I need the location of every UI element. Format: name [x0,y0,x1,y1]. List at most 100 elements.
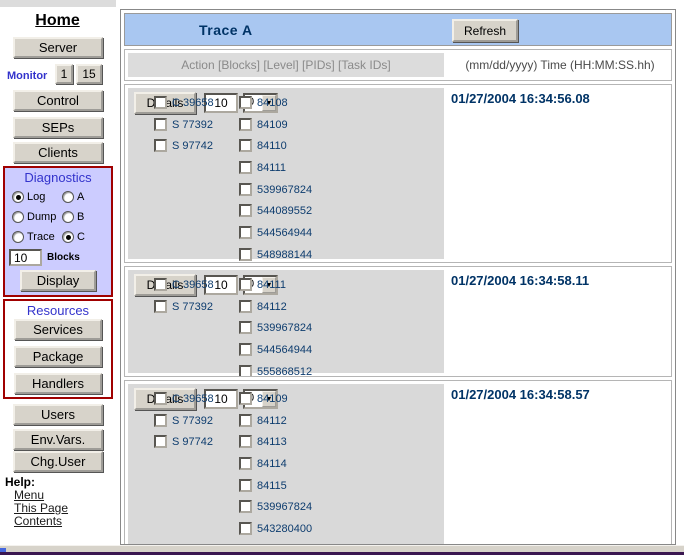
taskid-checkbox[interactable] [239,226,252,239]
help-link-contents[interactable]: Contents [14,514,62,528]
taskid-row[interactable]: 84111 [239,161,312,183]
taskid-checkbox[interactable] [239,365,252,377]
taskid-checkbox[interactable] [239,321,252,334]
taskid-row[interactable]: 84110 [239,139,312,161]
pid-checkbox[interactable] [154,435,167,448]
pid-checkbox[interactable] [154,96,167,109]
pid-checkbox[interactable] [154,139,167,152]
help-link-this-page[interactable]: This Page [14,501,68,515]
taskid-row[interactable]: 84108 [239,96,312,118]
radio-c-label: C [77,231,85,243]
resources-title: Resources [5,303,111,318]
taskid-row[interactable]: 84115 [239,479,312,501]
trace-entry: Details 0 ▼ C 39658S 77392 8411184112539… [124,266,672,377]
pid-row[interactable]: S 97742 [154,435,214,457]
taskid-row[interactable]: 539967824 [239,183,312,205]
pid-checkbox[interactable] [154,278,167,291]
diagnostics-blocks-input[interactable] [9,249,42,266]
taskid-row[interactable]: 84112 [239,300,312,322]
pid-row[interactable]: C 39658 [154,278,214,300]
trace-entry: Details 0 ▼ C 39658S 77392S 97742 841088… [124,84,672,263]
taskid-row[interactable]: 84109 [239,118,312,140]
radio-log-icon[interactable] [12,191,24,203]
taskid-checkbox[interactable] [239,392,252,405]
taskid-row[interactable]: 84109 [239,392,312,414]
home-link[interactable]: Home [0,12,115,30]
control-button[interactable]: Control [13,90,103,111]
radio-dump-icon[interactable] [12,211,24,223]
handlers-button[interactable]: Handlers [14,373,102,394]
seps-button[interactable]: SEPs [13,117,103,138]
pid-row[interactable]: C 39658 [154,96,214,118]
taskid-row[interactable]: 84112 [239,414,312,436]
taskid-checkbox[interactable] [239,118,252,131]
taskid-row[interactable]: 539967824 [239,500,312,522]
taskid-checkbox[interactable] [239,161,252,174]
refresh-button[interactable]: Refresh [452,19,518,42]
taskid-checkbox[interactable] [239,500,252,513]
clients-button[interactable]: Clients [13,142,103,163]
radio-a[interactable]: A [62,191,111,203]
radio-trace[interactable]: Trace [12,231,62,243]
taskid-row[interactable]: 84113 [239,435,312,457]
taskid-row[interactable]: 544564944 [239,343,312,365]
services-button[interactable]: Services [14,319,102,340]
taskid-row[interactable]: 548988144 [239,248,312,263]
taskid-checkbox[interactable] [239,435,252,448]
pid-checkbox[interactable] [154,118,167,131]
env-vars-button[interactable]: Env.Vars. [13,429,103,450]
radio-log-label: Log [27,191,45,203]
time-column-header: (mm/dd/yyyy) Time (HH:MM:SS.hh) [447,53,673,77]
pid-checkbox[interactable] [154,414,167,427]
taskid-row[interactable]: 544564944 [239,226,312,248]
server-button[interactable]: Server [13,37,103,58]
radio-b-label: B [77,211,84,223]
pid-label: C 39658 [172,392,214,406]
taskid-row[interactable]: 555868512 [239,365,312,377]
pid-list: C 39658S 77392 [154,278,214,321]
radio-c-icon[interactable] [62,231,74,243]
pid-checkbox[interactable] [154,300,167,313]
taskid-row[interactable]: 544089552 [239,204,312,226]
taskid-checkbox[interactable] [239,300,252,313]
users-button[interactable]: Users [13,404,103,425]
display-button[interactable]: Display [20,270,96,291]
taskid-label: 84111 [257,278,286,292]
pid-row[interactable]: S 97742 [154,139,214,161]
taskid-checkbox[interactable] [239,278,252,291]
help-link-menu[interactable]: Menu [14,488,44,502]
radio-a-icon[interactable] [62,191,74,203]
taskid-checkbox[interactable] [239,248,252,261]
taskid-row[interactable]: 84114 [239,457,312,479]
taskid-row[interactable]: 539967824 [239,321,312,343]
taskid-checkbox[interactable] [239,204,252,217]
taskid-label: 84113 [257,435,287,449]
taskid-checkbox[interactable] [239,457,252,470]
pid-row[interactable]: S 77392 [154,118,214,140]
monitor-1-button[interactable]: 1 [55,64,73,84]
taskid-checkbox[interactable] [239,183,252,196]
radio-dump-label: Dump [27,211,56,223]
pid-row[interactable]: S 77392 [154,300,214,322]
taskid-row[interactable]: 543280400 [239,522,312,544]
taskid-checkbox[interactable] [239,96,252,109]
taskid-checkbox[interactable] [239,479,252,492]
pid-checkbox[interactable] [154,392,167,405]
radio-trace-icon[interactable] [12,231,24,243]
radio-b[interactable]: B [62,211,111,223]
radio-dump[interactable]: Dump [12,211,62,223]
chg-user-button[interactable]: Chg.User [13,451,103,472]
taskid-checkbox[interactable] [239,139,252,152]
taskid-checkbox[interactable] [239,414,252,427]
radio-c[interactable]: C [62,231,111,243]
package-button[interactable]: Package [14,346,102,367]
pid-row[interactable]: C 39658 [154,392,214,414]
radio-log[interactable]: Log [12,191,62,203]
taskid-checkbox[interactable] [239,522,252,535]
taskid-checkbox[interactable] [239,343,252,356]
pid-row[interactable]: S 77392 [154,414,214,436]
radio-b-icon[interactable] [62,211,74,223]
monitor-15-button[interactable]: 15 [76,64,102,84]
taskid-row[interactable]: 84111 [239,278,312,300]
horizontal-scrollbar[interactable] [0,545,684,552]
